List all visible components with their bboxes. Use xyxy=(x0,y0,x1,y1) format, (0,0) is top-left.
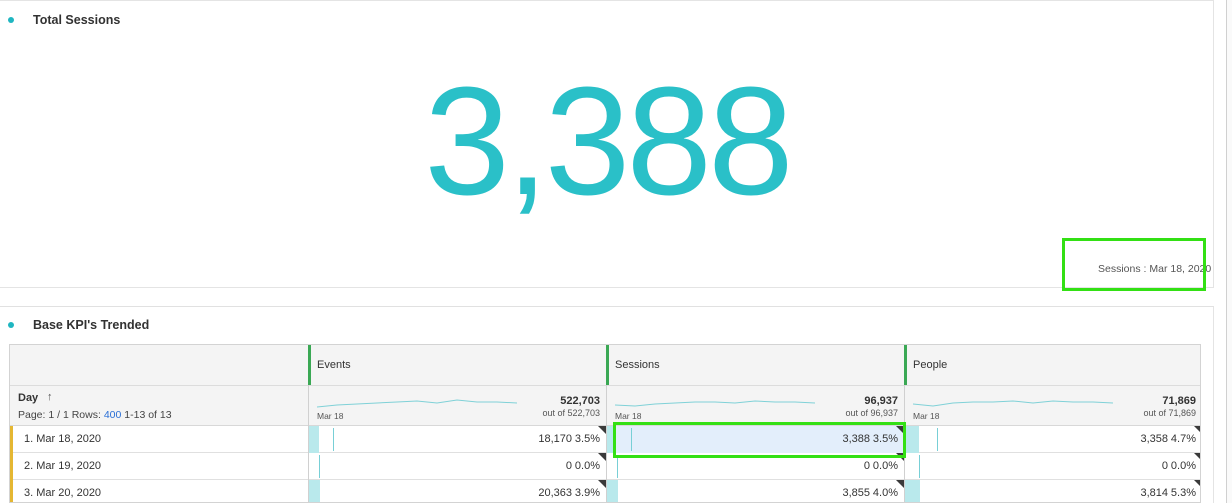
total-sessions-panel: Total Sessions 3,388 Sessions : Mar 18, … xyxy=(0,0,1214,288)
metric-name: People xyxy=(913,359,948,371)
table-row[interactable]: 1. Mar 18, 2020 18,170 3.5% 3,388 3.5% 3… xyxy=(10,426,1200,453)
data-cell-events[interactable]: 18,170 3.5% xyxy=(308,426,606,453)
cell-value: 0 xyxy=(1161,460,1168,472)
share-bar xyxy=(309,480,320,502)
panel-bullet-icon xyxy=(8,17,14,23)
metric-name: Events xyxy=(317,359,351,371)
data-cell-events[interactable]: 0 0.0% xyxy=(308,453,606,480)
row-marker xyxy=(10,480,13,502)
metric-name: Sessions xyxy=(615,359,660,371)
row-label[interactable]: 1. Mar 18, 2020 xyxy=(24,433,101,445)
summary-cell-people: Mar 18 71,869 out of 71,869 xyxy=(904,386,1200,426)
sparkline xyxy=(317,399,517,408)
data-cell-people[interactable]: 0 0.0% xyxy=(904,453,1200,480)
panel-header: Base KPI's Trended xyxy=(8,318,149,332)
data-cell-people[interactable]: 3,814 5.3% xyxy=(904,480,1200,502)
share-bar xyxy=(905,480,920,502)
metric-header-people[interactable]: People xyxy=(904,345,1200,386)
benchmark-tick xyxy=(919,455,920,478)
rows-per-page-link[interactable]: 400 xyxy=(104,409,122,421)
row-range: 1-13 of 13 xyxy=(124,409,172,421)
freeform-table: Events Sessions People Day ↑ Page: 1 / 1… xyxy=(9,344,1201,503)
metric-total-outof: out of 96,937 xyxy=(845,408,898,418)
metric-header-row: Events Sessions People xyxy=(10,345,1200,386)
share-bar xyxy=(905,426,919,453)
benchmark-tick xyxy=(333,428,334,451)
cell-value: 0 xyxy=(863,460,870,472)
dimension-header[interactable]: Day xyxy=(18,392,38,404)
data-cell-sessions[interactable]: 0 0.0% xyxy=(606,453,904,480)
benchmark-tick xyxy=(631,428,632,451)
panel-title[interactable]: Total Sessions xyxy=(33,13,120,27)
cell-corner-icon xyxy=(1194,453,1200,461)
cell-corner-icon xyxy=(896,480,904,488)
row-label[interactable]: 2. Mar 19, 2020 xyxy=(24,460,101,472)
paging-info: Page: 1 / 1 Rows: 400 1-13 of 13 xyxy=(18,409,172,421)
sparkline-start-label: Mar 18 xyxy=(615,411,642,421)
data-cell-sessions[interactable]: 3,388 3.5% xyxy=(606,426,904,453)
row-marker xyxy=(10,426,13,453)
metric-total: 71,869 xyxy=(1162,395,1196,407)
sort-up-arrow-icon[interactable]: ↑ xyxy=(47,391,53,403)
cell-corner-icon xyxy=(896,453,904,461)
cell-value: 3,358 xyxy=(1140,433,1168,445)
cell-value: 0 xyxy=(565,460,572,472)
panel-bullet-icon xyxy=(8,322,14,328)
cell-percent: 5.3% xyxy=(1170,487,1196,499)
metric-total-outof: out of 71,869 xyxy=(1143,408,1196,418)
cell-value: 3,855 xyxy=(842,487,870,499)
cell-corner-icon xyxy=(598,453,606,461)
drag-handle-icon[interactable] xyxy=(904,345,907,385)
metric-header-events[interactable]: Events xyxy=(308,345,606,386)
summary-cell-sessions: Mar 18 96,937 out of 96,937 xyxy=(606,386,904,426)
cell-corner-icon xyxy=(1194,426,1200,434)
row-marker xyxy=(10,453,13,480)
metric-total-outof: out of 522,703 xyxy=(542,408,600,418)
cell-value: 18,170 xyxy=(538,433,572,445)
cell-percent: 0.0% xyxy=(1170,460,1196,472)
sparkline-start-label: Mar 18 xyxy=(317,411,344,421)
data-cell-events[interactable]: 20,363 3.9% xyxy=(308,480,606,502)
sparkline-start-label: Mar 18 xyxy=(913,411,940,421)
cell-percent: 4.0% xyxy=(872,487,898,499)
metric-total: 522,703 xyxy=(560,395,600,407)
scrollbar[interactable] xyxy=(1226,0,1232,503)
metric-header-sessions[interactable]: Sessions xyxy=(606,345,904,386)
cell-corner-icon xyxy=(598,426,606,434)
share-bar xyxy=(309,426,319,453)
summary-row: Day ↑ Page: 1 / 1 Rows: 400 1-13 of 13 M… xyxy=(10,386,1200,426)
sparkline xyxy=(615,400,815,407)
cell-value: 3,814 xyxy=(1140,487,1168,499)
benchmark-tick xyxy=(937,428,938,451)
cell-percent: 3.5% xyxy=(574,433,600,445)
benchmark-tick xyxy=(319,455,320,478)
table-row[interactable]: 2. Mar 19, 2020 0 0.0% 0 0.0% 0 0.0% xyxy=(10,453,1200,480)
panel-header: Total Sessions xyxy=(8,13,120,27)
drag-handle-icon[interactable] xyxy=(308,345,311,385)
cell-percent: 3.9% xyxy=(574,487,600,499)
metric-total: 96,937 xyxy=(864,395,898,407)
share-bar xyxy=(607,480,618,502)
drag-handle-icon[interactable] xyxy=(606,345,609,385)
cell-value: 3,388 xyxy=(842,433,870,445)
cell-percent: 3.5% xyxy=(872,433,898,445)
row-label[interactable]: 3. Mar 20, 2020 xyxy=(24,487,101,499)
cell-corner-icon xyxy=(1194,480,1200,488)
paging-label: Page: 1 / 1 Rows: xyxy=(18,409,101,421)
panel-title[interactable]: Base KPI's Trended xyxy=(33,318,149,332)
cell-percent: 4.7% xyxy=(1170,433,1196,445)
data-cell-sessions[interactable]: 3,855 4.0% xyxy=(606,480,904,502)
cell-percent: 0.0% xyxy=(872,460,898,472)
cell-percent: 0.0% xyxy=(574,460,600,472)
cell-value: 20,363 xyxy=(538,487,572,499)
sparkline xyxy=(913,400,1113,407)
table-row[interactable]: 3. Mar 20, 2020 20,363 3.9% 3,855 4.0% 3… xyxy=(10,480,1200,502)
summary-number: 3,388 xyxy=(424,55,793,227)
benchmark-tick xyxy=(617,455,618,478)
summary-cell-events: Mar 18 522,703 out of 522,703 xyxy=(308,386,606,426)
summary-caption: Sessions : Mar 18, 2020 xyxy=(1098,263,1212,275)
cell-corner-icon xyxy=(896,426,904,434)
cell-corner-icon xyxy=(598,480,606,488)
data-cell-people[interactable]: 3,358 4.7% xyxy=(904,426,1200,453)
